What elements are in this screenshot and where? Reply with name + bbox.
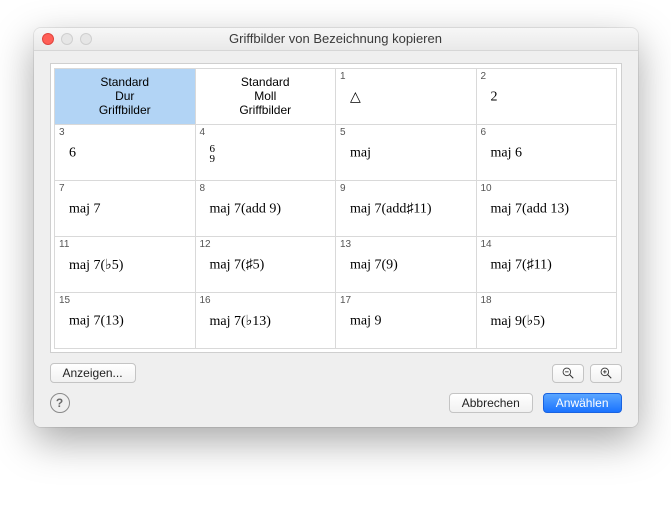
grid-cell[interactable]: Standard Moll Griffbilder [195, 68, 337, 125]
zoom-group [552, 364, 622, 383]
zoom-out-button[interactable] [552, 364, 584, 383]
cell-number: 8 [200, 183, 206, 194]
grid-cell[interactable]: 9 maj 7(add♯11) [335, 180, 477, 237]
grid-cell[interactable]: 4 6 9 [195, 124, 337, 181]
cell-label: maj 7(♯5) [210, 258, 265, 274]
cell-label: △ [350, 89, 361, 106]
grid-cell[interactable]: 22 [476, 68, 618, 125]
cell-number: 14 [481, 239, 492, 250]
dialog-footer: ? Abbrechen Anwählen [50, 393, 622, 413]
cell-number: 9 [340, 183, 346, 194]
cell-number: 2 [481, 71, 487, 82]
cell-label: Standard Moll Griffbilder [196, 75, 336, 117]
grid-cell[interactable]: 17 maj 9 [335, 292, 477, 349]
grid-cell[interactable]: 12 maj 7(♯5) [195, 236, 337, 293]
close-icon[interactable] [42, 33, 54, 45]
cancel-button[interactable]: Abbrechen [449, 393, 533, 413]
dialog-window: Griffbilder von Bezeichnung kopieren Sta… [34, 28, 638, 427]
cell-number: 12 [200, 239, 211, 250]
cell-label: 6 9 [210, 144, 216, 164]
window-controls [42, 33, 92, 45]
grid-cell[interactable]: 36 [54, 124, 196, 181]
grid-cell[interactable]: Standard Dur Griffbilder [54, 68, 196, 125]
window-title: Griffbilder von Bezeichnung kopieren [229, 31, 442, 46]
cell-label: maj 9(♭5) [491, 313, 545, 330]
grid-cell[interactable]: 8 maj 7(add 9) [195, 180, 337, 237]
cell-number: 5 [340, 127, 346, 138]
cell-number: 3 [59, 127, 65, 138]
grid-cell[interactable]: 10 maj 7(add 13) [476, 180, 618, 237]
cell-label: maj 7(♭5) [69, 257, 123, 274]
zoom-out-icon [561, 366, 575, 380]
cell-number: 6 [481, 127, 487, 138]
cell-label: Standard Dur Griffbilder [55, 75, 195, 117]
dialog-content: Standard Dur GriffbilderStandard Moll Gr… [34, 51, 638, 427]
cell-number: 11 [59, 239, 69, 250]
grid-cell[interactable]: 6 maj 6 [476, 124, 618, 181]
cell-number: 1 [340, 71, 346, 82]
cell-label: maj 7(add 9) [210, 202, 282, 218]
grid-cell[interactable]: 14 maj 7(♯11) [476, 236, 618, 293]
grid-cell[interactable]: 11maj 7(♭5) [54, 236, 196, 293]
chord-grid: Standard Dur GriffbilderStandard Moll Gr… [55, 68, 617, 348]
cell-label: maj 7(13) [69, 314, 124, 330]
cell-number: 13 [340, 239, 351, 250]
titlebar: Griffbilder von Bezeichnung kopieren [34, 28, 638, 51]
grid-container: Standard Dur GriffbilderStandard Moll Gr… [50, 63, 622, 353]
zoom-icon [80, 33, 92, 45]
cell-label: maj 7(add 13) [491, 202, 570, 218]
cell-number: 16 [200, 295, 211, 306]
cell-label: maj 9 [350, 314, 382, 330]
grid-cell[interactable]: 1△ [335, 68, 477, 125]
grid-cell[interactable]: 16 maj 7(♭13) [195, 292, 337, 349]
cell-label: maj 7 [69, 202, 101, 218]
grid-cell[interactable]: 7 maj 7 [54, 180, 196, 237]
help-button[interactable]: ? [50, 393, 70, 413]
grid-cell[interactable]: 15 maj 7(13) [54, 292, 196, 349]
grid-cell[interactable]: 5 maj [335, 124, 477, 181]
grid-cell[interactable]: 13 maj 7(9) [335, 236, 477, 293]
cell-number: 17 [340, 295, 351, 306]
cell-label: maj [350, 146, 371, 162]
cell-label: maj 7(9) [350, 258, 398, 274]
select-button[interactable]: Anwählen [543, 393, 622, 413]
cell-label: maj 7(add♯11) [350, 202, 432, 218]
grid-cell[interactable]: 18 maj 9(♭5) [476, 292, 618, 349]
minimize-icon [61, 33, 73, 45]
cell-number: 7 [59, 183, 65, 194]
footer-buttons: Abbrechen Anwählen [449, 393, 622, 413]
cell-label: maj 7(♯11) [491, 258, 552, 274]
zoom-in-icon [599, 366, 613, 380]
cell-label: maj 6 [491, 146, 523, 162]
cell-number: 4 [200, 127, 206, 138]
cell-number: 18 [481, 295, 492, 306]
zoom-in-button[interactable] [590, 364, 622, 383]
cell-label: 2 [491, 90, 498, 106]
cell-number: 10 [481, 183, 492, 194]
show-button[interactable]: Anzeigen... [50, 363, 136, 383]
cell-label: maj 7(♭13) [210, 313, 271, 330]
mid-controls: Anzeigen... [50, 363, 622, 383]
cell-label: 6 [69, 146, 76, 162]
cell-number: 15 [59, 295, 70, 306]
